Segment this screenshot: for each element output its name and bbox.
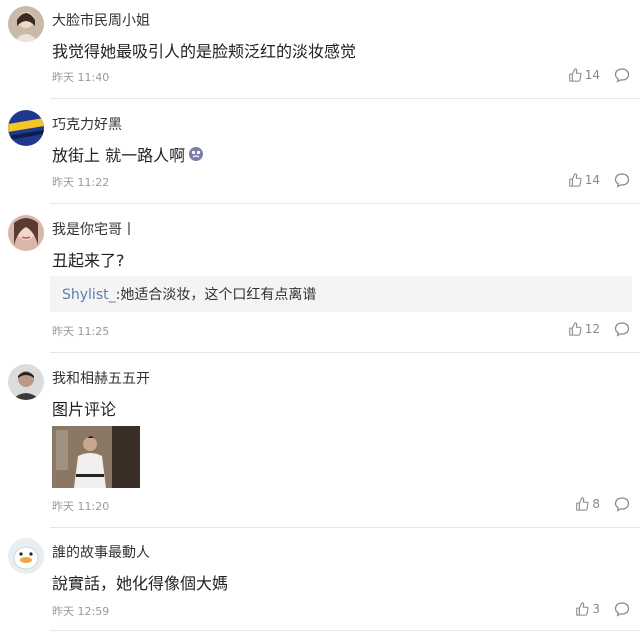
user-avatar[interactable] <box>8 215 44 251</box>
user-avatar[interactable] <box>8 6 44 42</box>
comment-text: 放街上 就一路人啊 <box>52 142 204 166</box>
comment-actions: 8 <box>575 496 630 512</box>
like-count: 14 <box>584 173 600 187</box>
comment-actions: 14 <box>568 67 630 83</box>
like-count: 3 <box>592 602 600 616</box>
comment-username[interactable]: 巧克力好黑 <box>52 114 122 134</box>
thumbs-up-icon <box>576 497 589 511</box>
like-count: 12 <box>584 322 600 336</box>
like-count: 14 <box>584 68 600 82</box>
comment-username[interactable]: 我是你宅哥丨 <box>52 219 136 239</box>
like-button[interactable]: 14 <box>568 68 600 82</box>
like-button[interactable]: 3 <box>575 602 600 616</box>
comment-time: 昨天 11:22 <box>52 176 110 189</box>
reply-bubble-icon[interactable] <box>614 172 630 188</box>
comment-time: 昨天 11:20 <box>52 500 110 513</box>
comment-username[interactable]: 大脸市民周小姐 <box>52 10 150 30</box>
thumbs-up-icon <box>568 173 582 187</box>
comment-time: 昨天 12:59 <box>52 605 110 618</box>
comment-username[interactable]: 我和相赫五五开 <box>52 368 150 388</box>
reply-bubble-icon[interactable] <box>614 321 630 337</box>
comment-username[interactable]: 誰的故事最動人 <box>52 542 150 562</box>
thumbs-up-icon <box>568 322 582 336</box>
comment-actions: 3 <box>575 601 630 617</box>
comment-text: 图片评论 <box>52 400 117 419</box>
comment-text: 說實話，她化得像個大媽 <box>52 574 229 593</box>
divider <box>50 352 640 353</box>
comment-text: 丑起来了? <box>52 251 125 270</box>
divider <box>50 527 640 528</box>
reply-bubble-icon[interactable] <box>614 496 630 512</box>
reply-bubble-icon[interactable] <box>614 67 630 83</box>
user-avatar[interactable] <box>8 110 44 146</box>
comment-text-content: 放街上 就一路人啊 <box>52 146 186 165</box>
like-button[interactable]: 12 <box>568 322 600 336</box>
reply-text: :她适合淡妆，这个口红有点离谱 <box>115 287 317 303</box>
user-avatar[interactable] <box>8 364 44 400</box>
divider <box>50 98 640 99</box>
like-button[interactable]: 8 <box>575 497 600 511</box>
comment-time: 昨天 11:40 <box>52 71 110 84</box>
comment-time: 昨天 11:25 <box>52 325 110 338</box>
comment-actions: 12 <box>568 321 630 337</box>
reply-username[interactable]: Shylist_ <box>62 287 116 303</box>
emoji-icon <box>189 147 204 161</box>
thumbs-up-icon <box>576 602 589 616</box>
comment-photo-thumbnail[interactable] <box>52 426 140 488</box>
reply-bubble-icon[interactable] <box>614 601 630 617</box>
like-count: 8 <box>592 497 600 511</box>
comment-text: 我觉得她最吸引人的是脸颊泛红的淡妆感觉 <box>52 42 357 61</box>
reply-box: Shylist_:她适合淡妆，这个口红有点离谱 <box>50 276 632 312</box>
divider <box>50 203 640 204</box>
divider <box>50 630 640 631</box>
user-avatar[interactable] <box>8 538 44 574</box>
comment-actions: 14 <box>568 172 630 188</box>
like-button[interactable]: 14 <box>568 173 600 187</box>
thumbs-up-icon <box>568 68 582 82</box>
